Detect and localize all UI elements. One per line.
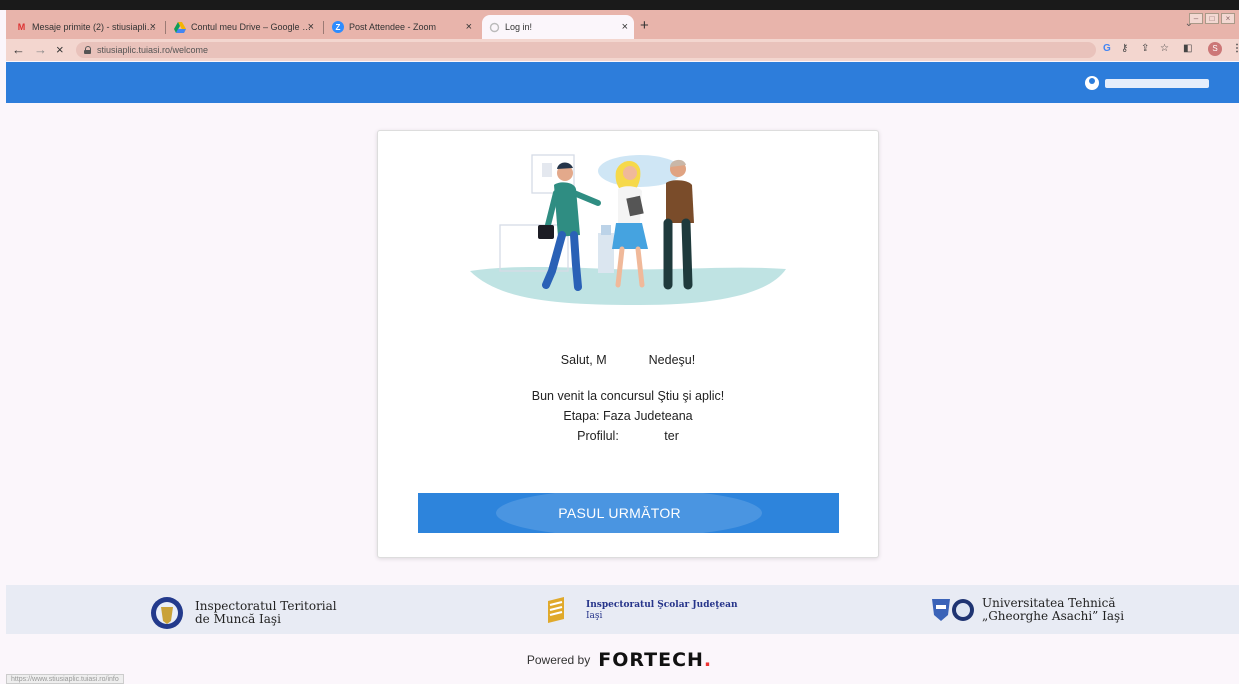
tab-label: Post Attendee - Zoom — [349, 22, 437, 32]
zoom-icon: Z — [332, 21, 344, 33]
next-step-label: PASUL URMĂTOR — [558, 505, 681, 521]
partner-isj-iasi[interactable]: Inspectoratul Şcolar Judeţean Iaşi — [544, 595, 738, 627]
tab-zoom[interactable]: Z Post Attendee - Zoom × — [326, 15, 478, 39]
loading-icon — [488, 21, 500, 33]
user-menu[interactable] — [1085, 76, 1209, 90]
window-controls: – □ × — [1189, 13, 1235, 24]
username-redacted — [1105, 78, 1209, 88]
maximize-icon[interactable]: □ — [1205, 13, 1219, 24]
partner-tuiasi[interactable]: Universitatea Tehnică „Gheorghe Asachi” … — [930, 595, 1124, 625]
tuiasi-crest-icon — [932, 599, 974, 621]
welcome-illustration — [470, 154, 786, 305]
powered-by-label: Powered by — [526, 653, 591, 667]
forward-icon[interactable]: → — [34, 42, 47, 57]
tab-label: Log in! — [505, 22, 533, 32]
url-text: stiusiaplic.tuiasi.ro/welcome — [97, 45, 209, 55]
close-tab-icon[interactable]: × — [150, 21, 156, 33]
profile-suffix: ter — [664, 429, 679, 443]
address-bar-row: ← → × stiusiaplic.tuiasi.ro/welcome G ⚷ … — [6, 39, 1239, 61]
greeting-text: Salut, M Nedeşu! — [378, 353, 878, 367]
profile-avatar[interactable]: S — [1208, 42, 1222, 56]
tab-strip: M Mesaje primite (2) - stiusiaplic@... ×… — [6, 10, 1239, 39]
tab-gmail[interactable]: M Mesaje primite (2) - stiusiaplic@... × — [10, 15, 162, 39]
side-panel-icon[interactable]: ◧ — [1183, 43, 1192, 54]
window-top-edge — [0, 0, 1239, 10]
redacted-name — [606, 355, 649, 366]
browser-window: M Mesaje primite (2) - stiusiaplic@... ×… — [0, 0, 1239, 684]
welcome-line: Bun venit la concursul Ştiu şi aplic! — [531, 389, 725, 403]
greeting-name-initial: M — [596, 353, 607, 367]
tab-google-drive[interactable]: Contul meu Drive – Google Drive × — [168, 15, 320, 39]
gmail-icon: M — [17, 22, 26, 32]
close-tab-icon[interactable]: × — [622, 21, 628, 33]
partner3-line2: „Gheorghe Asachi” Iaşi — [982, 609, 1125, 623]
close-tab-icon[interactable]: × — [308, 21, 314, 33]
browser-menu-icon[interactable]: ⋮ — [1232, 43, 1239, 54]
bookmark-star-icon[interactable]: ☆ — [1160, 43, 1169, 54]
greeting-surname: Nedeşu! — [648, 353, 696, 367]
share-icon[interactable]: ⇪ — [1141, 43, 1149, 54]
itm-seal-icon — [151, 597, 183, 629]
close-tab-icon[interactable]: × — [466, 21, 472, 33]
back-icon[interactable]: ← — [12, 42, 25, 57]
partner-itm-iasi[interactable]: Inspectoratul Teritorial de Muncă Iaşi — [149, 595, 337, 631]
partner1-line2: de Muncă Iaşi — [195, 612, 281, 626]
tab-label: Mesaje primite (2) - stiusiaplic@... — [31, 22, 156, 32]
tab-separator — [165, 21, 166, 34]
url-field[interactable]: stiusiaplic.tuiasi.ro/welcome — [76, 42, 1096, 58]
stop-loading-icon[interactable]: × — [56, 42, 64, 57]
google-drive-icon — [174, 21, 186, 33]
greeting-prefix: Salut, — [560, 353, 597, 367]
lock-icon — [84, 46, 91, 54]
minimize-icon[interactable]: – — [1189, 13, 1203, 24]
welcome-card: Salut, M Nedeşu! Bun venit la concursul Ş… — [377, 130, 879, 558]
close-window-icon[interactable]: × — [1221, 13, 1235, 24]
fortech-logo[interactable]: FORTECH. — [598, 649, 712, 671]
status-bar-url: https://www.stiusiaplic.tuiasi.ro/info — [6, 674, 124, 684]
redacted-profile — [622, 431, 665, 442]
partner2-line2: Iaşi — [586, 611, 603, 621]
tab-separator — [323, 21, 324, 34]
brand-name: FORTECH — [598, 649, 704, 671]
stage-line: Etapa: Faza Judeteana — [563, 409, 693, 423]
partners-footer: Inspectoratul Teritorial de Muncă Iaşi I… — [6, 585, 1239, 634]
partner2-line1: Inspectoratul Şcolar Judeţean — [586, 600, 738, 610]
tab-label: Contul meu Drive – Google Drive — [191, 22, 314, 32]
profile-prefix: Profilul: — [577, 429, 623, 443]
profile-line: Profilul: ter — [378, 429, 878, 443]
user-account-icon — [1085, 76, 1099, 90]
isj-book-icon — [548, 597, 564, 623]
powered-by: Powered by FORTECH. — [0, 649, 1239, 671]
new-tab-icon[interactable]: + — [640, 17, 649, 34]
app-header — [6, 62, 1239, 103]
tab-log-in[interactable]: Log in! × — [482, 15, 634, 39]
key-icon[interactable]: ⚷ — [1121, 43, 1128, 54]
brand-dot: . — [703, 649, 713, 671]
google-translate-icon[interactable]: G — [1103, 43, 1111, 54]
next-step-button[interactable]: PASUL URMĂTOR ☝ — [418, 493, 839, 533]
